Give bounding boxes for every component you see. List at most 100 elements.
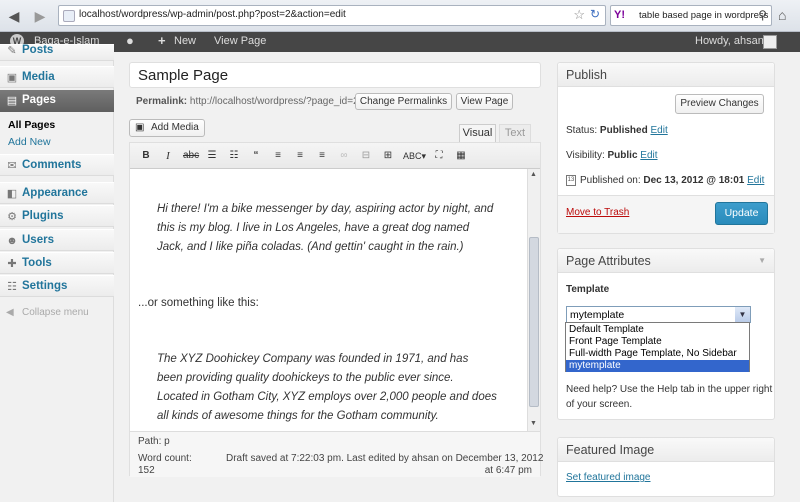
- collapse-menu-link[interactable]: Collapse menu: [22, 307, 89, 318]
- appearance-icon: ◧: [6, 188, 18, 200]
- comments-bubble-icon[interactable]: ●: [126, 33, 134, 48]
- sidebar-item-label: Tools: [22, 257, 52, 269]
- featured-image-box: Featured Image Set featured image: [557, 437, 775, 497]
- search-bar[interactable]: Y! table based page in wordpress ⚲: [610, 5, 772, 26]
- sidebar-item-pages[interactable]: ▤ Pages: [0, 90, 114, 112]
- edit-visibility-link[interactable]: Edit: [640, 150, 657, 161]
- word-count-value: 152: [138, 465, 155, 476]
- fullscreen-icon[interactable]: ⛶: [432, 149, 446, 163]
- blockquote-icon[interactable]: “: [249, 149, 263, 163]
- strikethrough-icon[interactable]: abc: [183, 149, 199, 163]
- permalink-label: Permalink:: [136, 96, 188, 107]
- change-permalinks-button[interactable]: Change Permalinks: [355, 93, 452, 110]
- sidebar-item-tools[interactable]: ✚ Tools: [0, 252, 114, 274]
- bullet-list-icon[interactable]: ☰: [205, 149, 219, 163]
- publish-header: Publish: [558, 63, 774, 87]
- template-option[interactable]: Full-width Page Template, No Sidebar: [566, 348, 749, 360]
- submenu-add-new[interactable]: Add New: [8, 136, 51, 148]
- word-count-label: Word count:: [138, 453, 192, 464]
- collapse-toggle-icon[interactable]: ▼: [758, 256, 766, 265]
- align-left-icon[interactable]: ≡: [271, 149, 285, 163]
- avatar[interactable]: [763, 35, 777, 49]
- featured-image-heading: Featured Image: [566, 443, 655, 457]
- sidebar-item-label: Media: [22, 71, 55, 83]
- editor-scrollbar[interactable]: ▲ ▼: [527, 169, 540, 431]
- numbered-list-icon[interactable]: ☷: [227, 149, 241, 163]
- howdy-user[interactable]: Howdy, ahsan: [695, 35, 764, 47]
- move-to-trash-link[interactable]: Move to Trash: [566, 207, 629, 218]
- submenu-all-pages[interactable]: All Pages: [8, 119, 55, 131]
- tab-text[interactable]: Text: [499, 124, 531, 142]
- edit-date-link[interactable]: Edit: [747, 175, 764, 186]
- italic-icon[interactable]: I: [161, 149, 175, 163]
- add-media-button[interactable]: ▣ Add Media: [129, 119, 205, 137]
- sidebar-item-label: Plugins: [22, 210, 64, 222]
- draft-status-time: at 6:47 pm: [484, 465, 532, 476]
- home-icon[interactable]: ⌂: [778, 7, 786, 23]
- sidebar-item-media[interactable]: ▣ Media: [0, 66, 114, 88]
- calendar-icon: 13: [566, 175, 576, 186]
- plus-icon[interactable]: +: [158, 33, 166, 48]
- chevron-down-icon[interactable]: ▼: [735, 307, 750, 322]
- template-option[interactable]: Default Template: [566, 324, 749, 336]
- featured-image-header: Featured Image: [558, 438, 774, 462]
- status-value: Published: [599, 125, 648, 136]
- template-option[interactable]: Front Page Template: [566, 336, 749, 348]
- preview-changes-button[interactable]: Preview Changes: [675, 94, 764, 114]
- sidebar-item-settings[interactable]: ☷ Settings: [0, 275, 114, 297]
- bold-icon[interactable]: B: [139, 149, 153, 163]
- url-bar[interactable]: localhost/wordpress/wp-admin/post.php?po…: [58, 5, 606, 26]
- unlink-icon[interactable]: ⊟: [359, 149, 373, 163]
- pages-icon: ▤: [6, 95, 18, 107]
- title-input[interactable]: Sample Page: [129, 62, 541, 88]
- bookmark-star-icon[interactable]: ☆: [573, 7, 585, 23]
- url-text: localhost/wordpress/wp-admin/post.php?po…: [79, 9, 346, 20]
- visibility-row: Visibility: Public Edit: [566, 150, 658, 161]
- status-row: Status: Published Edit: [566, 125, 668, 136]
- back-icon[interactable]: ◀: [4, 6, 24, 26]
- template-dropdown-list: Default Template Front Page Template Ful…: [565, 322, 750, 372]
- sidebar-item-label: Settings: [22, 280, 68, 292]
- reload-icon[interactable]: ↻: [590, 7, 600, 21]
- spellcheck-icon[interactable]: ABC▾: [403, 149, 426, 163]
- scrollbar-thumb[interactable]: [529, 237, 539, 407]
- sidebar-item-plugins[interactable]: ⚙ Plugins: [0, 205, 114, 227]
- view-page-link[interactable]: View Page: [214, 35, 266, 47]
- settings-icon: ☷: [7, 281, 17, 293]
- path-indicator: Path: p: [138, 436, 170, 447]
- forward-icon[interactable]: ▶: [30, 6, 50, 26]
- align-center-icon[interactable]: ≡: [293, 149, 307, 163]
- search-icon[interactable]: ⚲: [758, 8, 767, 22]
- sidebar-item-label: Appearance: [22, 187, 88, 199]
- tab-visual[interactable]: Visual: [459, 124, 496, 143]
- view-page-button[interactable]: View Page: [456, 93, 513, 110]
- sidebar-item-posts[interactable]: ✎ Posts: [0, 44, 114, 61]
- scroll-up-icon[interactable]: ▲: [530, 171, 537, 178]
- editor-content[interactable]: Hi there! I'm a bike messenger by day, a…: [130, 169, 526, 431]
- update-button[interactable]: Update: [715, 202, 768, 225]
- sidebar-item-appearance[interactable]: ◧ Appearance: [0, 182, 114, 204]
- sidebar-item-label: Users: [22, 234, 54, 246]
- align-right-icon[interactable]: ≡: [315, 149, 329, 163]
- admin-sidebar: ✎ Posts ▣ Media ▤ Pages All Pages Add Ne…: [0, 44, 114, 502]
- scroll-down-icon[interactable]: ▼: [530, 420, 537, 427]
- status-label: Status:: [566, 125, 598, 136]
- sidebar-item-label: Pages: [22, 94, 56, 106]
- link-icon[interactable]: ∞: [337, 149, 351, 163]
- kitchen-sink-icon[interactable]: ▦: [454, 149, 468, 163]
- set-featured-image-link[interactable]: Set featured image: [566, 472, 651, 483]
- template-select[interactable]: mytemplate ▼: [566, 306, 751, 323]
- sidebar-item-users[interactable]: ☻ Users: [0, 229, 114, 251]
- edit-status-link[interactable]: Edit: [651, 125, 668, 136]
- collapse-icon[interactable]: ◀: [6, 307, 14, 318]
- more-tag-icon[interactable]: ⊞: [381, 149, 395, 163]
- sidebar-item-comments[interactable]: ✉ Comments: [0, 154, 114, 176]
- pin-icon: ✎: [7, 45, 17, 57]
- new-menu-link[interactable]: New: [174, 35, 196, 47]
- paragraph-3: The XYZ Doohickey Company was founded in…: [157, 353, 497, 422]
- visibility-label: Visibility:: [566, 150, 605, 161]
- publish-box: Publish Preview Changes Status: Publishe…: [557, 62, 775, 234]
- draft-status: Draft saved at 7:22:03 pm. Last edited b…: [226, 453, 544, 464]
- permalink-url: http://localhost/wordpress/?page_id=2: [189, 96, 359, 107]
- template-option-selected[interactable]: mytemplate: [566, 360, 749, 372]
